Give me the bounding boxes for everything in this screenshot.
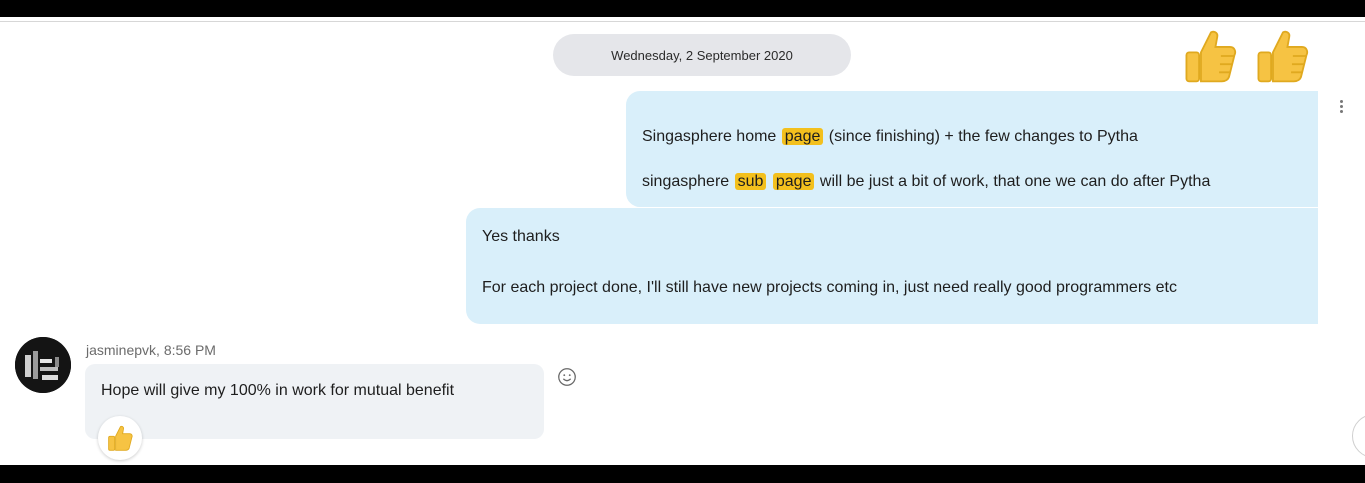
thumbs-up-icon[interactable]: [1181, 27, 1239, 85]
chat-top-divider: [0, 21, 1365, 22]
message-text: will be just a bit of work, that one we …: [815, 173, 1211, 190]
top-frame-bar: [0, 0, 1365, 17]
message-text: (since finishing) + the few changes to P…: [824, 128, 1138, 145]
message-line: Singasphere home page (since finishing) …: [642, 125, 1138, 149]
sender-name[interactable]: jasminepvk: [86, 342, 156, 358]
message-time: 8:56 PM: [163, 342, 216, 358]
message-text: Yes thanks: [482, 228, 560, 245]
bottom-frame-bar: [0, 465, 1365, 483]
avatar[interactable]: [15, 337, 71, 393]
message-text: For each project done, I'll still have n…: [482, 279, 1177, 296]
message-text: Hope will give my 100% in work for mutua…: [101, 382, 455, 399]
message-line: singasphere sub page will be just a bit …: [642, 170, 1210, 194]
message-line: Yes thanks: [482, 225, 560, 249]
message-text: [767, 173, 771, 190]
message-line: For each project done, I'll still have n…: [482, 276, 1177, 300]
thumbs-up-icon[interactable]: [1253, 27, 1311, 85]
more-options-icon[interactable]: [1334, 98, 1348, 118]
date-separator: Wednesday, 2 September 2020: [553, 34, 851, 76]
search-highlight: sub: [734, 173, 767, 190]
message-text: singasphere: [642, 173, 734, 190]
outgoing-message[interactable]: Yes thanks For each project done, I'll s…: [466, 208, 1318, 324]
thumbs-up-icon[interactable]: [98, 416, 142, 460]
search-highlight: page: [781, 128, 824, 145]
outgoing-message[interactable]: Singasphere home page (since finishing) …: [626, 91, 1318, 207]
date-separator-label: Wednesday, 2 September 2020: [611, 47, 793, 63]
meta-separator: ,: [156, 342, 164, 358]
chat-pane: Wednesday, 2 September 2020 Singasphere …: [0, 17, 1365, 465]
scroll-down-button[interactable]: [1352, 414, 1365, 458]
incoming-message[interactable]: Hope will give my 100% in work for mutua…: [85, 364, 544, 439]
message-meta: jasminepvk, 8:56 PM: [86, 342, 216, 358]
emoji-reaction-icon[interactable]: [556, 366, 578, 388]
search-highlight: page: [772, 173, 815, 190]
message-text: Singasphere home: [642, 128, 781, 145]
